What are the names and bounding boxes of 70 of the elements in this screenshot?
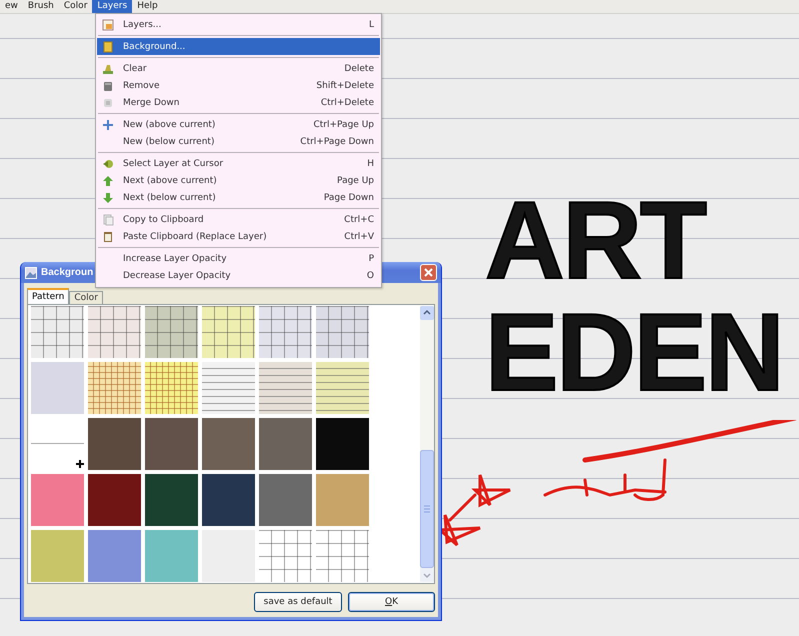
pattern-swatch[interactable] [88, 474, 141, 526]
pattern-swatch[interactable] [31, 474, 84, 526]
pattern-swatch[interactable] [145, 530, 198, 582]
save-default-button[interactable]: save as default [254, 592, 342, 612]
menu-title[interactable]: Help [132, 0, 163, 13]
menu-item[interactable]: Layers... L [97, 16, 380, 33]
scroll-down-icon[interactable] [420, 568, 434, 582]
menu-item[interactable]: Clear Delete [97, 60, 380, 77]
pattern-swatch[interactable] [259, 530, 312, 582]
clipboard-icon [102, 230, 114, 242]
pattern-swatch[interactable] [202, 306, 255, 358]
menu-item[interactable]: New (above current) Ctrl+Page Up [97, 116, 380, 133]
menu-item[interactable]: Merge Down Ctrl+Delete [97, 94, 380, 111]
pattern-swatch[interactable] [145, 362, 198, 414]
menu-item[interactable]: Decrease Layer Opacity O [97, 267, 380, 284]
dialog-title: Backgroun [41, 267, 94, 278]
menu-item[interactable]: Remove Shift+Delete [97, 77, 380, 94]
hand-drawn-lettering: EDEN [485, 297, 783, 409]
pattern-swatch[interactable] [145, 474, 198, 526]
pattern-swatch[interactable] [145, 418, 198, 470]
pattern-swatch[interactable] [259, 306, 312, 358]
pattern-swatch[interactable] [202, 530, 255, 582]
pattern-swatch[interactable] [145, 306, 198, 358]
pattern-swatch[interactable] [259, 474, 312, 526]
menu-title[interactable]: Brush [22, 0, 59, 13]
pattern-swatch[interactable] [202, 474, 255, 526]
menu-item[interactable]: Paste Clipboard (Replace Layer) Ctrl+V [97, 228, 380, 245]
menu-item[interactable]: Copy to Clipboard Ctrl+C [97, 211, 380, 228]
menu-item[interactable]: New (below current) Ctrl+Page Down [97, 133, 380, 150]
scroll-up-icon[interactable] [420, 306, 434, 320]
pattern-swatch[interactable] [88, 418, 141, 470]
menu-item[interactable]: Next (above current) Page Up [97, 172, 380, 189]
tab[interactable]: Pattern [27, 288, 70, 304]
menu-title[interactable]: Layers [92, 0, 132, 13]
pattern-swatch[interactable] [316, 530, 369, 582]
scroll-thumb-icon[interactable] [420, 450, 434, 568]
close-button[interactable] [420, 264, 437, 281]
scrollbar[interactable] [420, 306, 434, 582]
pattern-swatch[interactable] [88, 530, 141, 582]
menu-item[interactable]: Next (below current) Page Down [97, 189, 380, 206]
pattern-swatch[interactable] [88, 306, 141, 358]
menu-item[interactable]: Background... [97, 38, 380, 55]
menu-item[interactable]: Select Layer at Cursor H [97, 155, 380, 172]
pattern-swatch[interactable] [202, 362, 255, 414]
crosshair-cursor-icon [76, 460, 84, 468]
pattern-swatch[interactable] [31, 362, 84, 414]
pattern-swatch[interactable] [88, 362, 141, 414]
up-arrow-icon [102, 174, 114, 186]
menu-title[interactable]: Color [58, 0, 92, 13]
copy-icon [102, 214, 114, 226]
eraser-icon [102, 62, 114, 74]
hand-drawn-lettering: ART [485, 185, 706, 297]
pattern-swatch[interactable] [31, 530, 84, 582]
down-arrow-icon [102, 192, 114, 204]
pattern-swatch[interactable] [259, 418, 312, 470]
menu-title[interactable]: ew [0, 0, 23, 13]
pattern-swatch[interactable] [316, 306, 369, 358]
tab[interactable]: Color [69, 291, 103, 304]
plus-icon [102, 118, 114, 130]
pattern-swatch[interactable] [316, 418, 369, 470]
pattern-swatch[interactable] [259, 362, 312, 414]
pattern-swatch[interactable] [316, 474, 369, 526]
close-icon [424, 268, 433, 277]
layers-icon [102, 18, 114, 30]
pattern-swatch[interactable] [316, 362, 369, 414]
menu-item[interactable]: Increase Layer Opacity P [97, 250, 380, 267]
trash-icon [102, 80, 114, 92]
pattern-swatch[interactable] [31, 306, 84, 358]
pattern-swatch[interactable] [202, 418, 255, 470]
ok-button[interactable]: OK [348, 592, 435, 612]
